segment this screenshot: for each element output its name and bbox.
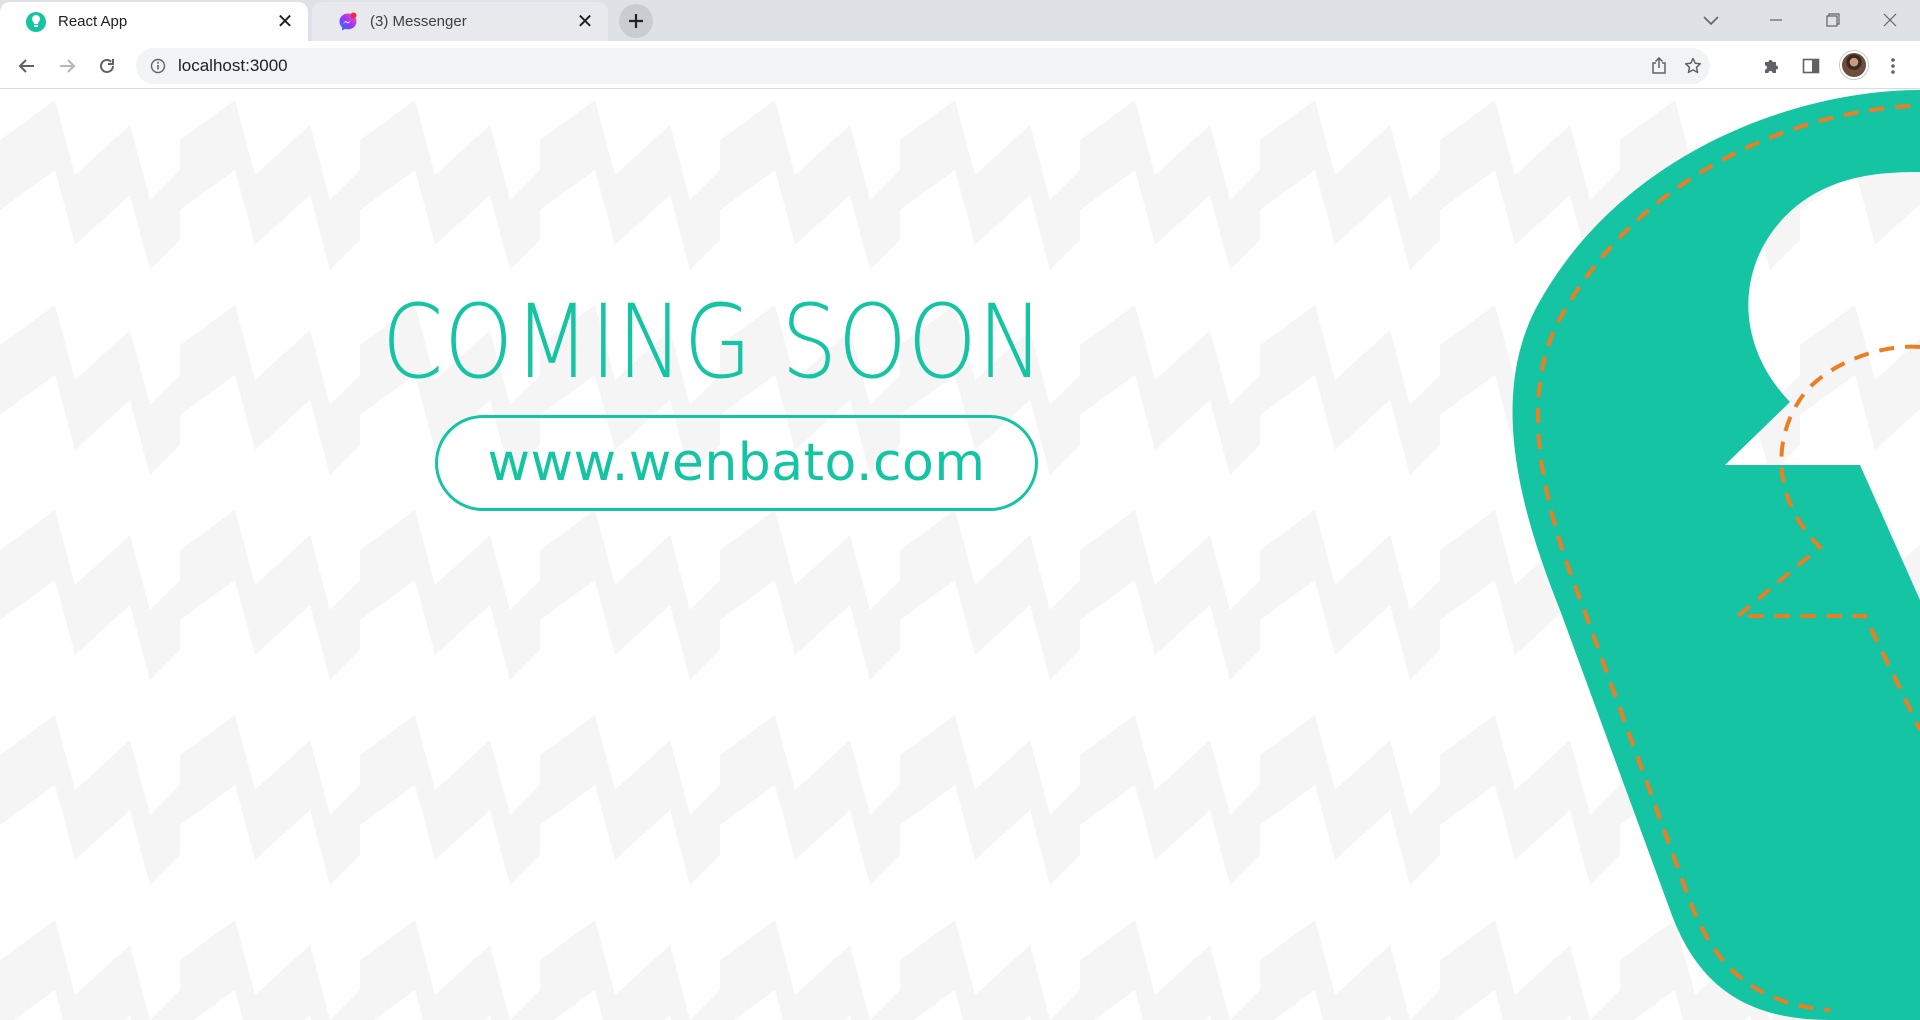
side-panel-icon (1802, 58, 1820, 74)
close-icon[interactable]: ✕ (574, 11, 596, 33)
page-viewport: COMING SOON www.wenbato.com (0, 90, 1920, 1020)
tab-react-app[interactable]: React App ✕ (0, 2, 308, 41)
close-icon[interactable]: ✕ (274, 11, 296, 33)
messenger-favicon-icon (339, 12, 357, 30)
more-vert-icon (1891, 58, 1895, 74)
arrow-left-icon (18, 59, 34, 73)
side-panel-button[interactable] (1794, 49, 1828, 83)
extensions-button[interactable] (1754, 49, 1788, 83)
url-text[interactable]: localhost:3000 (178, 56, 1642, 76)
new-tab-button[interactable] (619, 4, 653, 38)
tab-messenger[interactable]: (3) Messenger ✕ (312, 2, 608, 41)
reload-button[interactable] (90, 49, 124, 83)
tab-search-button[interactable] (1694, 4, 1728, 38)
tab-title: (3) Messenger (370, 13, 467, 30)
share-icon[interactable] (1642, 49, 1676, 83)
react-app-favicon-icon (26, 11, 46, 32)
page-title: COMING SOON (382, 283, 1045, 402)
tab-strip: React App ✕ (3) Messenger ✕ (0, 0, 1920, 41)
arrow-right-icon (60, 59, 76, 73)
info-icon[interactable] (148, 56, 168, 76)
star-icon[interactable] (1676, 49, 1710, 83)
tab-title: React App (58, 13, 128, 30)
chevron-down-icon (1703, 16, 1719, 26)
browser-toolbar: localhost:3000 (0, 41, 1920, 89)
close-window-button[interactable] (1862, 0, 1918, 40)
menu-button[interactable] (1876, 49, 1910, 83)
website-url: www.wenbato.com (487, 433, 986, 493)
website-badge: www.wenbato.com (435, 415, 1038, 511)
minimize-button[interactable] (1748, 0, 1804, 40)
minimize-icon (1770, 19, 1782, 21)
forward-button[interactable] (50, 49, 84, 83)
close-icon (1883, 13, 1897, 27)
avatar[interactable] (1840, 51, 1868, 79)
address-bar[interactable]: localhost:3000 (136, 48, 1710, 84)
brand-logo-icon (1512, 90, 1920, 1020)
plus-icon (629, 14, 643, 28)
restore-icon (1826, 13, 1840, 27)
reload-icon (100, 59, 114, 73)
restore-button[interactable] (1805, 0, 1861, 40)
puzzle-icon (1765, 60, 1778, 73)
back-button[interactable] (10, 49, 44, 83)
